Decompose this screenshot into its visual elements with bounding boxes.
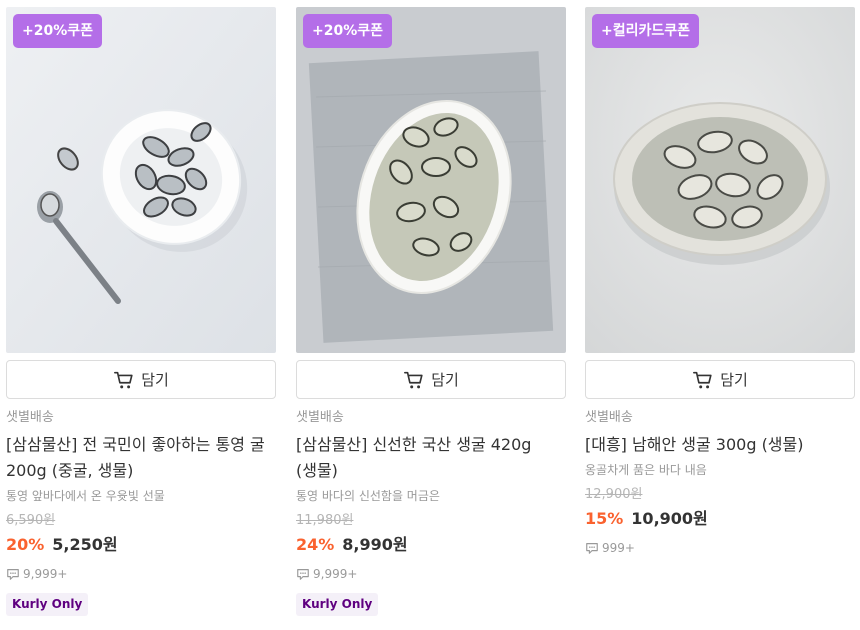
cart-button-label: 담기 bbox=[431, 371, 459, 389]
coupon-badge: +컬리카드쿠폰 bbox=[592, 14, 700, 48]
original-price: 6,590원 bbox=[6, 513, 56, 528]
original-price: 12,900원 bbox=[585, 487, 643, 502]
product-image[interactable]: +컬리카드쿠폰 bbox=[585, 7, 855, 353]
speech-bubble-icon bbox=[7, 569, 19, 580]
product-image[interactable]: +20%쿠폰 bbox=[6, 7, 276, 353]
product-card[interactable]: +20%쿠폰 담기 샛별배송 [삼삼물산] 전 국민이 좋아하는 통영 굴 20… bbox=[6, 7, 276, 616]
speech-bubble-icon bbox=[586, 543, 598, 554]
product-name[interactable]: [대흥] 남해안 생굴 300g (생물) bbox=[585, 432, 855, 458]
coupon-badge: +20%쿠폰 bbox=[13, 14, 103, 48]
add-to-cart-button[interactable]: 담기 bbox=[585, 360, 855, 399]
cart-button-label: 담기 bbox=[141, 371, 169, 389]
speech-bubble-icon bbox=[297, 569, 309, 580]
review-count: 999+ bbox=[585, 541, 855, 555]
product-description: 통영 앞바다에서 온 우윳빛 선물 bbox=[6, 489, 165, 503]
price-row: 20% 5,250원 bbox=[6, 531, 276, 555]
delivery-type: 샛별배송 bbox=[6, 410, 54, 425]
price-row: 24% 8,990원 bbox=[296, 531, 566, 555]
product-name[interactable]: [삼삼물산] 전 국민이 좋아하는 통영 굴 200g (중굴, 생물) bbox=[6, 432, 276, 484]
cart-icon bbox=[114, 371, 133, 388]
delivery-type: 샛별배송 bbox=[585, 410, 633, 425]
sale-price: 5,250원 bbox=[52, 535, 118, 554]
review-count: 9,999+ bbox=[296, 567, 566, 581]
kurly-only-badge: Kurly Only bbox=[296, 593, 379, 616]
add-to-cart-button[interactable]: 담기 bbox=[296, 360, 566, 399]
sale-price: 10,900원 bbox=[631, 509, 708, 528]
discount-rate: 20% bbox=[6, 535, 45, 554]
product-card[interactable]: +컬리카드쿠폰 담기 샛별배송 [대흥] 남해안 생굴 300g (생물) 옹골… bbox=[585, 7, 855, 555]
product-name[interactable]: [삼삼물산] 신선한 국산 생굴 420g (생물) bbox=[296, 432, 566, 484]
price-row: 15% 10,900원 bbox=[585, 505, 855, 529]
add-to-cart-button[interactable]: 담기 bbox=[6, 360, 276, 399]
original-price: 11,980원 bbox=[296, 513, 354, 528]
kurly-only-badge: Kurly Only bbox=[6, 593, 89, 616]
oyster-bowl-on-cloth-image bbox=[296, 7, 566, 353]
discount-rate: 24% bbox=[296, 535, 335, 554]
cart-icon bbox=[693, 371, 712, 388]
oyster-plate-image bbox=[6, 7, 276, 353]
review-count-value: 9,999+ bbox=[23, 567, 68, 581]
sale-price: 8,990원 bbox=[342, 535, 408, 554]
product-image[interactable]: +20%쿠폰 bbox=[296, 7, 566, 353]
delivery-type: 샛별배송 bbox=[296, 410, 344, 425]
product-description: 옹골차게 품은 바다 내음 bbox=[585, 463, 707, 477]
oyster-round-bowl-image bbox=[585, 7, 855, 353]
cart-icon bbox=[404, 371, 423, 388]
product-grid: +20%쿠폰 담기 샛별배송 [삼삼물산] 전 국민이 좋아하는 통영 굴 20… bbox=[0, 0, 860, 630]
discount-rate: 15% bbox=[585, 509, 624, 528]
coupon-badge: +20%쿠폰 bbox=[303, 14, 393, 48]
product-card[interactable]: +20%쿠폰 담기 샛별배송 [삼삼물산] 신선한 국산 생굴 420g (생물… bbox=[296, 7, 566, 616]
review-count: 9,999+ bbox=[6, 567, 276, 581]
review-count-value: 999+ bbox=[602, 541, 635, 555]
cart-button-label: 담기 bbox=[720, 371, 748, 389]
review-count-value: 9,999+ bbox=[313, 567, 358, 581]
product-description: 통영 바다의 신선함을 머금은 bbox=[296, 489, 440, 503]
